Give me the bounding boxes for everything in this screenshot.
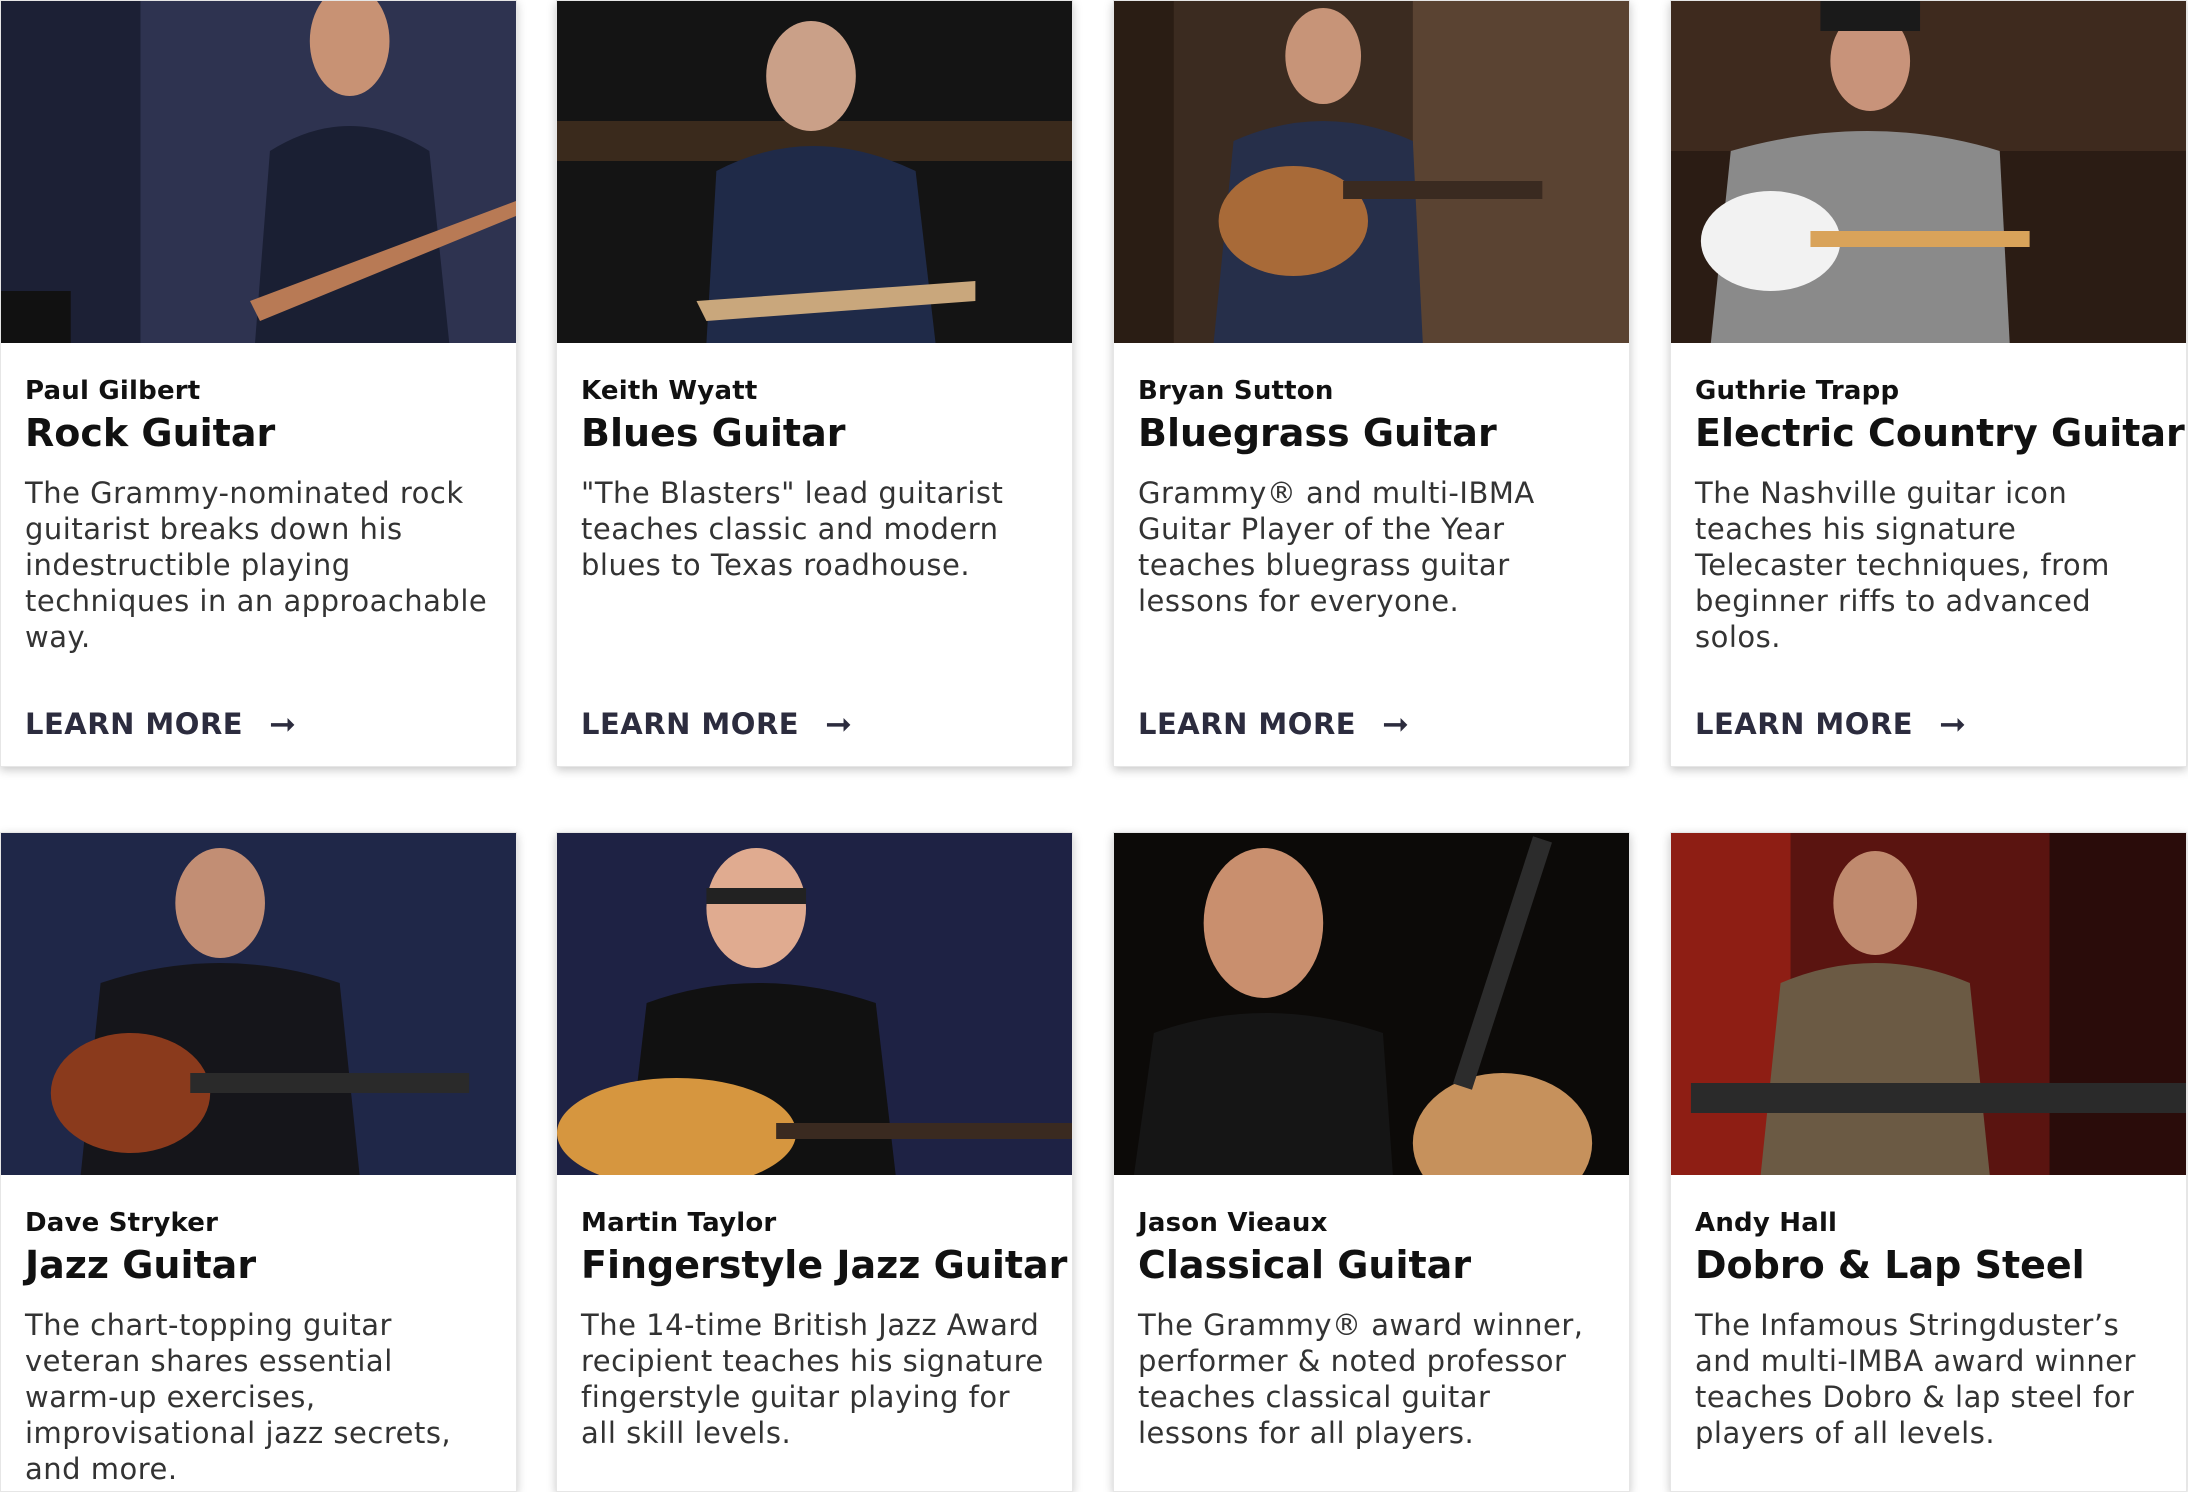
course-description: Grammy® and multi-IBMA Guitar Player of …: [1138, 476, 1535, 618]
course-title: Classical Guitar: [1138, 1243, 1472, 1287]
learn-more-link[interactable]: LEARN MORE ➞: [25, 707, 296, 741]
course-title: Electric Country Guitar: [1695, 411, 2185, 455]
course-title: Fingerstyle Jazz Guitar: [581, 1243, 1068, 1287]
course-card[interactable]: Andy Hall Dobro & Lap Steel The Infamous…: [1670, 832, 2187, 1492]
learn-more-label: LEARN MORE: [25, 707, 244, 741]
instructor-photo: [1, 833, 516, 1175]
course-card[interactable]: Guthrie Trapp Electric Country Guitar Th…: [1670, 0, 2187, 767]
arrow-right-icon: ➞: [269, 705, 297, 743]
course-title: Blues Guitar: [581, 411, 846, 455]
course-title: Rock Guitar: [25, 411, 276, 455]
learn-more-link[interactable]: LEARN MORE ➞: [581, 707, 852, 741]
instructor-photo: [1114, 1, 1629, 343]
instructor-photo: [1114, 833, 1629, 1175]
instructor-photo: [557, 833, 1072, 1175]
course-description: The Infamous Stringduster’s and multi-IM…: [1695, 1308, 2136, 1450]
instructor-photo: [1, 1, 516, 343]
course-card[interactable]: Bryan Sutton Bluegrass Guitar Grammy® an…: [1113, 0, 1630, 767]
course-description: The Grammy® award winner, performer & no…: [1138, 1308, 1584, 1450]
learn-more-label: LEARN MORE: [1138, 707, 1357, 741]
course-card[interactable]: Keith Wyatt Blues Guitar "The Blasters" …: [556, 0, 1073, 767]
learn-more-link[interactable]: LEARN MORE ➞: [1695, 707, 1966, 741]
instructor-photo: [557, 1, 1072, 343]
instructor-photo: [1671, 833, 2186, 1175]
instructor-photo: [1671, 1, 2186, 343]
instructor-name: Andy Hall: [1695, 1208, 1838, 1238]
arrow-right-icon: ➞: [825, 705, 853, 743]
instructor-name: Paul Gilbert: [25, 376, 201, 406]
course-description: The Nashville guitar icon teaches his si…: [1695, 476, 2110, 654]
course-description: The Grammy-nominated rock guitarist brea…: [25, 476, 488, 654]
learn-more-label: LEARN MORE: [1695, 707, 1914, 741]
course-title: Bluegrass Guitar: [1138, 411, 1497, 455]
arrow-right-icon: ➞: [1382, 705, 1410, 743]
instructor-name: Dave Stryker: [25, 1208, 219, 1238]
course-card[interactable]: Jason Vieaux Classical Guitar The Grammy…: [1113, 832, 1630, 1492]
course-title: Dobro & Lap Steel: [1695, 1243, 2085, 1287]
course-card[interactable]: Dave Stryker Jazz Guitar The chart-toppi…: [0, 832, 517, 1492]
arrow-right-icon: ➞: [1939, 705, 1967, 743]
course-description: The 14-time British Jazz Award recipient…: [581, 1308, 1044, 1450]
instructor-name: Guthrie Trapp: [1695, 376, 1900, 406]
course-description: "The Blasters" lead guitarist teaches cl…: [581, 476, 1004, 582]
instructor-name: Keith Wyatt: [581, 376, 758, 406]
course-title: Jazz Guitar: [25, 1243, 257, 1287]
instructor-name: Martin Taylor: [581, 1208, 777, 1238]
learn-more-link[interactable]: LEARN MORE ➞: [1138, 707, 1409, 741]
course-card[interactable]: Paul Gilbert Rock Guitar The Grammy-nomi…: [0, 0, 517, 767]
learn-more-label: LEARN MORE: [581, 707, 800, 741]
instructor-name: Bryan Sutton: [1138, 376, 1334, 406]
course-card[interactable]: Martin Taylor Fingerstyle Jazz Guitar Th…: [556, 832, 1073, 1492]
instructor-name: Jason Vieaux: [1138, 1208, 1328, 1238]
course-description: The chart-topping guitar veteran shares …: [25, 1308, 452, 1486]
